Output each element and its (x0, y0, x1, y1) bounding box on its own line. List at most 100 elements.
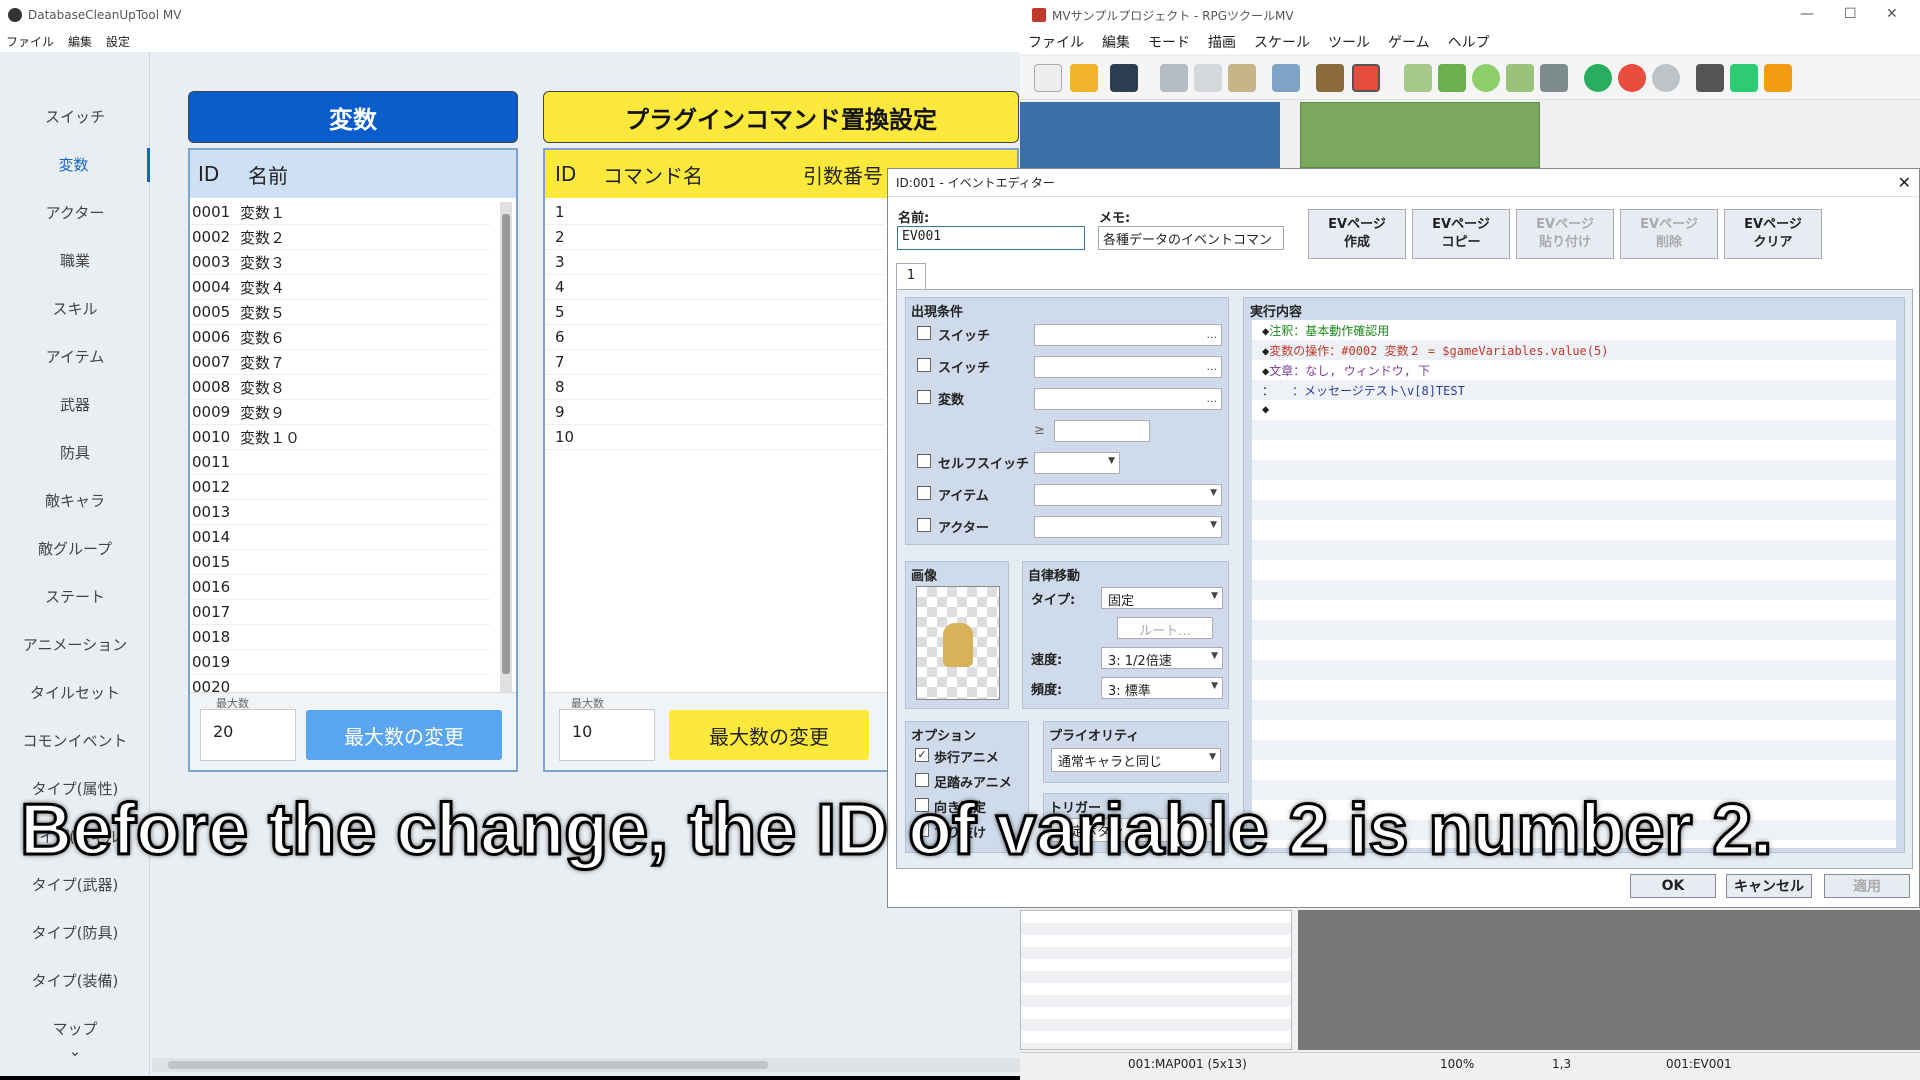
table-row[interactable]: 0011 (190, 450, 490, 475)
sidebar-scroll-down-icon[interactable]: ⌄ (0, 1042, 150, 1060)
table-row[interactable]: 0009 変数９ (190, 400, 490, 425)
sidebar-item-12[interactable]: タイルセット (0, 676, 150, 710)
save-icon[interactable] (1110, 64, 1138, 92)
sidebar-item-10[interactable]: ステート (0, 580, 150, 614)
variable-value-spinner[interactable] (1054, 420, 1150, 442)
map-canvas[interactable] (1300, 102, 1540, 168)
sidebar-item-5[interactable]: アイテム (0, 340, 150, 374)
undo-icon[interactable] (1272, 64, 1300, 92)
fill-icon[interactable] (1506, 64, 1534, 92)
table-row[interactable]: 6 (545, 325, 885, 350)
shadow-pen-icon[interactable] (1540, 64, 1568, 92)
sound-icon[interactable] (1764, 64, 1792, 92)
table-row[interactable]: 0010 変数１０ (190, 425, 490, 450)
table-row[interactable]: 0008 変数８ (190, 375, 490, 400)
pencil-icon[interactable] (1404, 64, 1432, 92)
hscroll-thumb[interactable] (168, 1061, 768, 1069)
paste-icon[interactable] (1228, 64, 1256, 92)
table-row[interactable]: 0017 (190, 600, 490, 625)
menu-tools[interactable]: ツール (1328, 32, 1370, 52)
table-row[interactable]: 3 (545, 250, 885, 275)
plugin-icon[interactable] (1730, 64, 1758, 92)
open-icon[interactable] (1070, 64, 1098, 92)
menu-file[interactable]: ファイル (6, 33, 54, 50)
copy-icon[interactable] (1194, 64, 1222, 92)
table-row[interactable]: 8 (545, 375, 885, 400)
table-row[interactable]: 7 (545, 350, 885, 375)
event-mode-icon[interactable] (1352, 64, 1380, 92)
table-row[interactable]: 0012 (190, 475, 490, 500)
maximize-button[interactable]: ☐ (1844, 6, 1857, 22)
gear-icon[interactable] (1696, 64, 1724, 92)
table-row[interactable]: 5 (545, 300, 885, 325)
command-line[interactable]: ◆ (1262, 402, 1269, 416)
command-line[interactable]: ◆文章：なし, ウィンドウ, 下 (1262, 362, 1430, 379)
plugin-change-max-button[interactable]: 最大数の変更 (669, 710, 869, 760)
sidebar-item-17[interactable]: タイプ(防具) (0, 916, 150, 950)
route-button[interactable]: ルート... (1117, 617, 1213, 639)
item-checkbox[interactable] (917, 486, 931, 500)
freq-select[interactable]: 3: 標準 ▼ (1101, 677, 1223, 699)
sidebar-item-11[interactable]: アニメーション (0, 628, 150, 662)
page-tab-1[interactable]: 1 (896, 263, 926, 289)
priority-select[interactable]: 通常キャラと同じ ▼ (1051, 748, 1221, 772)
item-select[interactable]: ▼ (1034, 484, 1222, 506)
variables-change-max-button[interactable]: 最大数の変更 (306, 710, 502, 760)
table-row[interactable]: 0013 (190, 500, 490, 525)
tileset-palette[interactable] (1020, 102, 1280, 168)
menu-help[interactable]: ヘルプ (1448, 32, 1490, 52)
sidebar-item-7[interactable]: 防具 (0, 436, 150, 470)
menu-edit[interactable]: 編集 (68, 33, 92, 50)
table-row[interactable]: 0014 (190, 525, 490, 550)
sidebar-item-8[interactable]: 敵キャラ (0, 484, 150, 518)
sidebar-item-4[interactable]: スキル (0, 292, 150, 326)
sidebar-item-9[interactable]: 敵グループ (0, 532, 150, 566)
command-line[interactable]: ： ：メッセージテスト\v[8]TEST (1262, 382, 1465, 399)
ev-page-copy-button[interactable]: EVページ コピー (1412, 209, 1510, 259)
table-row[interactable]: 0002 変数２ (190, 225, 490, 250)
ellipse-icon[interactable] (1472, 64, 1500, 92)
sidebar-item-0[interactable]: スイッチ (0, 100, 150, 134)
sidebar-item-3[interactable]: 職業 (0, 244, 150, 278)
table-row[interactable]: 0004 変数４ (190, 275, 490, 300)
sidebar-item-2[interactable]: アクター (0, 196, 150, 230)
walk-anim-checkbox[interactable]: ✓ (915, 748, 929, 762)
table-row[interactable]: 10 (545, 425, 885, 450)
sidebar-item-19[interactable]: マップ (0, 1012, 150, 1046)
speed-select[interactable]: 3: 1/2倍速 ▼ (1101, 647, 1223, 669)
map-mode-icon[interactable] (1316, 64, 1344, 92)
menu-edit[interactable]: 編集 (1102, 32, 1130, 52)
table-row[interactable]: 0005 変数５ (190, 300, 490, 325)
selfswitch-checkbox[interactable] (917, 454, 931, 468)
table-row[interactable]: 0016 (190, 575, 490, 600)
new-icon[interactable] (1034, 64, 1062, 92)
ev-page-clear-button[interactable]: EVページ クリア (1724, 209, 1822, 259)
table-row[interactable]: 0019 (190, 650, 490, 675)
sidebar-item-1[interactable]: 変数 (0, 148, 150, 182)
table-row[interactable]: 1 (545, 200, 885, 225)
rectangle-icon[interactable] (1438, 64, 1466, 92)
variable-checkbox[interactable] (917, 390, 931, 404)
zoom-in-icon[interactable] (1584, 64, 1612, 92)
type-select[interactable]: 固定 ▼ (1101, 587, 1223, 609)
zoom-out-icon[interactable] (1618, 64, 1646, 92)
horizontal-scrollbar[interactable] (152, 1058, 1020, 1072)
variables-scrollbar[interactable] (500, 202, 512, 692)
switch2-select[interactable]: ... (1034, 356, 1222, 378)
table-row[interactable]: 9 (545, 400, 885, 425)
table-row[interactable]: 0018 (190, 625, 490, 650)
name-input[interactable]: EV001 (897, 226, 1085, 250)
ev-page-delete-button[interactable]: EVページ 削除 (1620, 209, 1718, 259)
command-line[interactable]: ◆変数の操作：#0002 変数２ = $gameVariables.value(… (1262, 342, 1608, 359)
close-icon[interactable]: ✕ (1898, 173, 1911, 192)
table-row[interactable]: 0006 変数６ (190, 325, 490, 350)
variable-select[interactable]: ... (1034, 388, 1222, 410)
actual-size-icon[interactable] (1652, 64, 1680, 92)
event-image[interactable] (916, 586, 1000, 700)
menu-file[interactable]: ファイル (1028, 32, 1084, 52)
sidebar-item-18[interactable]: タイプ(装備) (0, 964, 150, 998)
table-row[interactable]: 2 (545, 225, 885, 250)
table-row[interactable]: 0015 (190, 550, 490, 575)
ev-page-paste-button[interactable]: EVページ 貼り付け (1516, 209, 1614, 259)
menu-game[interactable]: ゲーム (1388, 32, 1430, 52)
